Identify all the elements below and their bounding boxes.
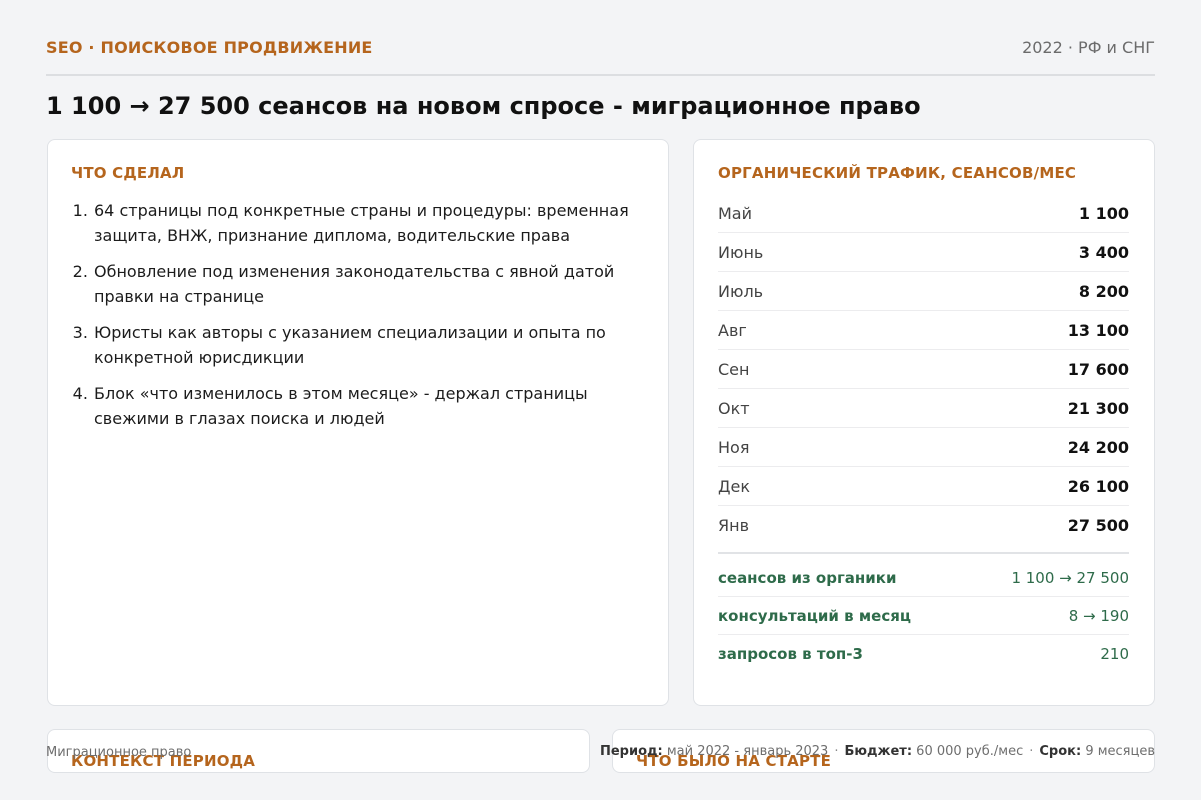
month-label: Окт (718, 398, 750, 418)
divider (718, 552, 1129, 554)
separator: · (1029, 744, 1034, 759)
table-row: Сен 17 600 (718, 350, 1129, 389)
card-title-what-i-did: ЧТО СДЕЛАЛ (71, 164, 185, 182)
period-value: май 2022 - январь 2023 (666, 744, 829, 759)
kpi-value: 210 (1100, 645, 1129, 663)
month-label: Май (718, 203, 753, 223)
table-row: Ноя 24 200 (718, 428, 1129, 467)
kpi-label: запросов в топ-3 (718, 645, 863, 663)
sessions-value: 26 100 (1067, 476, 1129, 496)
table-row: Дек 26 100 (718, 467, 1129, 506)
budget-label: Бюджет: (844, 744, 913, 759)
actions-list: 64 страницы под конкретные страны и проц… (71, 198, 644, 431)
what-i-did-card: ЧТО СДЕЛАЛ 64 страницы под конкретные ст… (47, 139, 669, 706)
footer-meta: Период: май 2022 - январь 2023 · Бюджет: 6… (600, 744, 1155, 759)
kpi-row: консультаций в месяц 8 → 190 (718, 597, 1129, 635)
month-label: Янв (718, 516, 750, 535)
term-value: 9 месяцев (1085, 744, 1155, 759)
list-item: 64 страницы под конкретные страны и проц… (93, 198, 644, 248)
traffic-card: ОРГАНИЧЕСКИЙ ТРАФИК, СЕАНСОВ/МЕС Май 1 10… (693, 139, 1155, 706)
sessions-value: 3 400 (1078, 242, 1129, 262)
sessions-value: 17 600 (1067, 359, 1129, 379)
table-row: Янв 27 500 (718, 506, 1129, 545)
list-item: Блок «что изменилось в этом месяце» - де… (93, 381, 644, 431)
period-label: Период: (599, 744, 663, 759)
kpi-label: консультаций в месяц (718, 606, 911, 625)
list-item: Юристы как авторы с указанием специализа… (93, 320, 644, 370)
sessions-value: 27 500 (1067, 516, 1129, 535)
section-label: SEO · ПОИСКОВОЕ ПРОДВИЖЕНИЕ (46, 38, 373, 57)
month-label: Ноя (718, 437, 750, 457)
traffic-table: Май 1 100 Июнь 3 400 Июль 8 200 Авг 13 100 С… (718, 194, 1129, 545)
kpi-row: сеансов из органики 1 100 → 27 500 (718, 559, 1129, 597)
kpi-value: 8 → 190 (1068, 606, 1129, 625)
sessions-value: 8 200 (1078, 281, 1129, 301)
sessions-value: 13 100 (1067, 320, 1129, 340)
kpi-label: сеансов из органики (718, 568, 897, 587)
list-item: Обновление под изменения законодательств… (93, 259, 644, 309)
header-bar: SEO · ПОИСКОВОЕ ПРОДВИЖЕНИЕ 2022 · РФ и … (46, 38, 1155, 76)
kpi-list: сеансов из органики 1 100 → 27 500 консул… (718, 559, 1129, 673)
table-row: Окт 21 300 (718, 389, 1129, 428)
sessions-value: 21 300 (1067, 398, 1129, 418)
card-title-traffic: ОРГАНИЧЕСКИЙ ТРАФИК, СЕАНСОВ/МЕС (718, 164, 1077, 182)
table-row: Авг 13 100 (718, 311, 1129, 350)
month-label: Июнь (718, 242, 764, 262)
sessions-value: 24 200 (1067, 437, 1129, 457)
budget-value: 60 000 руб./мес (916, 744, 1024, 759)
page-title: 1 100 → 27 500 сеансов на новом спросе -… (46, 92, 921, 120)
month-label: Авг (718, 320, 747, 340)
kpi-row: запросов в топ-3 210 (718, 635, 1129, 673)
term-label: Срок: (1039, 744, 1082, 759)
table-row: Май 1 100 (718, 194, 1129, 233)
sessions-value: 1 100 (1078, 203, 1129, 223)
header-meta: 2022 · РФ и СНГ (1022, 38, 1155, 57)
month-label: Июль (718, 281, 764, 301)
kpi-value: 1 100 → 27 500 (1011, 568, 1129, 587)
month-label: Сен (718, 359, 750, 379)
footer-topic: Миграционное право (46, 745, 192, 760)
table-row: Июль 8 200 (718, 272, 1129, 311)
month-label: Дек (718, 476, 751, 496)
separator: · (834, 744, 839, 759)
table-row: Июнь 3 400 (718, 233, 1129, 272)
